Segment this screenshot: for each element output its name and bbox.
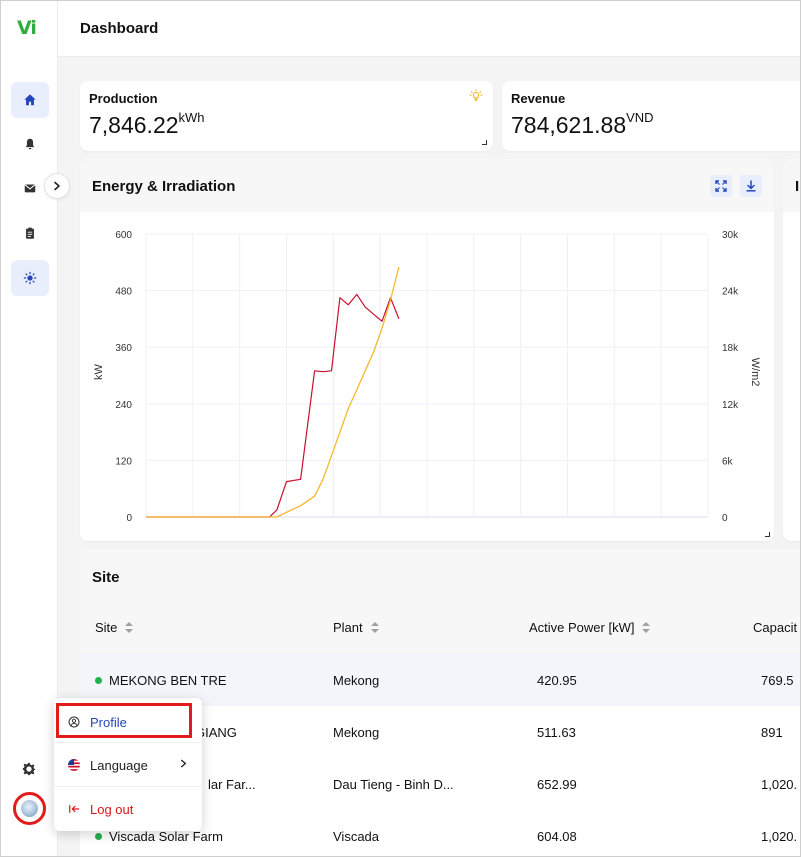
kpi-label: Production: [89, 91, 158, 106]
chevron-right-icon: [54, 181, 60, 191]
cell-capacity: 769.5: [761, 673, 794, 688]
sidebar-item-notifications[interactable]: [11, 126, 49, 162]
column-header-site[interactable]: Site: [95, 620, 134, 635]
column-header-active-power[interactable]: Active Power [kW]: [529, 620, 651, 635]
cell-plant: Mekong: [333, 725, 380, 740]
top-header: Dashboard: [58, 1, 800, 57]
chart-title: Ir: [795, 178, 800, 195]
y-left-tick-label: 360: [115, 343, 132, 354]
y-left-tick-label: 600: [115, 230, 132, 241]
cell-active-power: 604.08: [537, 829, 577, 844]
settings-button[interactable]: [20, 760, 38, 778]
power-series-line: [146, 293, 400, 518]
y-right-tick-label: 30k: [722, 230, 739, 241]
status-dot: [95, 677, 102, 685]
fullscreen-button[interactable]: [710, 175, 732, 197]
cell-capacity: 891: [761, 725, 783, 740]
site-table-title: Site: [92, 569, 120, 586]
app-logo: Vi: [17, 17, 37, 39]
cell-site: Viscada Solar Farm: [95, 829, 223, 844]
download-icon: [746, 180, 756, 192]
clipboard-icon: [26, 227, 34, 239]
logout-icon: [67, 802, 81, 816]
y-right-axis-label: W/m2: [749, 358, 761, 387]
cell-plant: Mekong: [333, 673, 380, 688]
bell-icon: [25, 138, 35, 150]
y-right-tick-label: 18k: [722, 343, 739, 354]
sort-icon: [642, 622, 651, 633]
chart-title: Energy & Irradiation: [92, 178, 236, 195]
menu-divider: [54, 786, 202, 787]
energy-chart-plot: kW W/m2 600 30k 480 24k 360 18k 240 12k 120 6k 0 0: [93, 230, 761, 524]
y-left-tick-label: 120: [115, 456, 132, 467]
sort-icon: [125, 622, 134, 633]
sidebar-item-home[interactable]: [11, 82, 49, 118]
kpi-card-production: Production 7,846.22kWh: [80, 81, 493, 151]
app-window: Vi Dashboard Production 7,846.22kWh Reve…: [0, 0, 801, 857]
cell-active-power: 511.63: [537, 725, 576, 740]
sort-icon: [370, 622, 379, 633]
sun-icon: [23, 271, 37, 285]
y-left-tick-label: 480: [115, 287, 132, 298]
status-dot: [95, 833, 102, 841]
cell-active-power: 652.99: [537, 777, 577, 792]
download-button[interactable]: [740, 175, 762, 197]
y-left-tick-label: 0: [126, 513, 132, 524]
page-title: Dashboard: [80, 20, 159, 37]
resize-handle[interactable]: [765, 532, 770, 537]
avatar: [21, 800, 38, 817]
user-circle-icon: [67, 715, 81, 729]
y-left-tick-label: 240: [115, 400, 132, 411]
kpi-value-production: 7,846.22kWh: [89, 110, 205, 138]
column-header-capacity[interactable]: Capacit: [753, 620, 797, 635]
column-header-plant[interactable]: Plant: [333, 620, 379, 635]
resize-handle[interactable]: [482, 140, 487, 145]
sidebar-expand-button[interactable]: [44, 173, 70, 199]
irradiation-series-line: [146, 266, 400, 518]
y-right-tick-label: 12k: [722, 400, 739, 411]
flag-icon: [67, 758, 81, 772]
energy-chart-card: Energy & Irradiation kW W/m2 600 30k 480 24…: [80, 159, 774, 541]
cell-site: lar Far...: [208, 777, 256, 792]
cell-plant: Viscada: [333, 829, 380, 844]
menu-item-logout[interactable]: Log out: [54, 789, 202, 829]
chevron-right-icon: [181, 759, 187, 768]
sidebar-item-solar[interactable]: [11, 260, 49, 296]
sidebar: Vi: [1, 1, 58, 856]
irradiation-card-partial: Ir: [783, 159, 800, 541]
home-icon: [24, 94, 36, 106]
kpi-card-revenue: Revenue 784,621.88VND: [502, 81, 800, 151]
cell-active-power: 420.95: [537, 673, 577, 688]
cell-capacity: 1,020.: [761, 777, 798, 792]
cell-plant: Dau Tieng - Binh D...: [333, 777, 454, 792]
y-right-tick-label: 0: [722, 513, 728, 524]
y-right-tick-label: 24k: [722, 287, 739, 298]
sidebar-item-reports[interactable]: [11, 215, 49, 251]
gear-icon: [22, 762, 36, 776]
kpi-value-revenue: 784,621.88VND: [511, 110, 654, 138]
menu-item-profile[interactable]: Profile: [54, 702, 202, 742]
kpi-label: Revenue: [511, 91, 566, 106]
expand-icon: [715, 180, 727, 192]
y-right-tick-label: 6k: [722, 456, 734, 467]
y-left-axis-label: kW: [93, 363, 105, 380]
user-menu: Profile Language Log out: [54, 698, 202, 831]
cell-site: MEKONG BEN TRE: [95, 673, 227, 688]
cell-capacity: 1,020.: [761, 829, 798, 844]
user-avatar-button[interactable]: [13, 792, 46, 825]
lightbulb-icon: [469, 89, 483, 102]
table-header-bg: [80, 549, 800, 654]
envelope-icon: [24, 184, 36, 193]
menu-item-language[interactable]: Language: [54, 745, 202, 785]
menu-divider: [54, 742, 202, 743]
